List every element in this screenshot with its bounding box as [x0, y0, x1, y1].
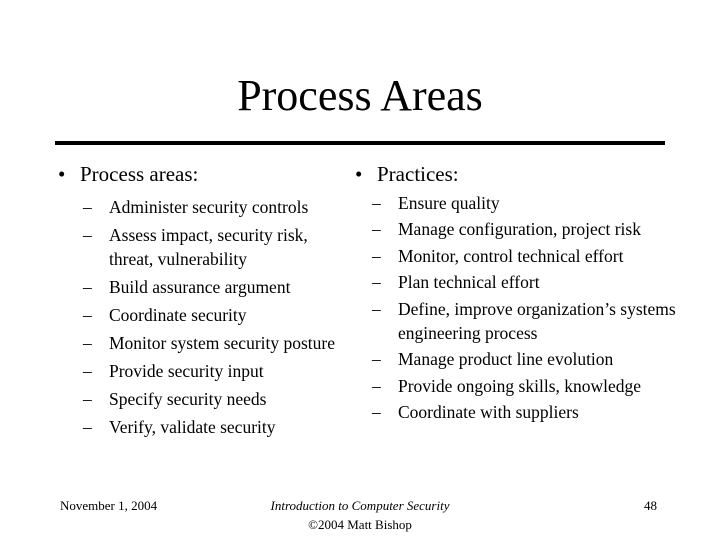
- practices-heading: • Practices:: [355, 160, 685, 188]
- list-item: – Plan technical effort: [372, 272, 540, 292]
- list-item: – Ensure quality: [372, 192, 500, 213]
- dash-icon: –: [372, 375, 381, 396]
- slide-title: Process Areas: [237, 71, 483, 120]
- list-item: – Assess impact, security risk, threat, v…: [83, 225, 308, 269]
- dash-icon: –: [83, 417, 92, 437]
- dash-icon: –: [372, 298, 381, 319]
- dash-icon: –: [83, 277, 92, 297]
- process-areas-list: – Administer security controls – Assess im…: [83, 195, 348, 439]
- list-item: – Coordinate security: [83, 305, 247, 325]
- heading-text: Practices:: [377, 162, 459, 186]
- footer-course-title: Introduction to Computer Security: [270, 498, 450, 513]
- dash-icon: –: [372, 272, 381, 292]
- list-item: – Monitor, control technical effort: [372, 245, 624, 266]
- process-areas-heading: • Process areas:: [58, 160, 348, 188]
- footer-course-info: Introduction to Computer Security ©2004 …: [200, 496, 520, 534]
- list-item: – Manage product line evolution: [372, 349, 614, 369]
- list-item: – Coordinate with suppliers: [372, 402, 579, 422]
- list-item: – Verify, validate security: [83, 417, 276, 437]
- dash-icon: –: [372, 192, 381, 213]
- dash-icon: –: [372, 402, 381, 422]
- practices-column: • Practices: – Ensure quality – Manage con…: [355, 160, 685, 424]
- process-areas-column: • Process areas: – Administer security co…: [58, 160, 348, 439]
- dash-icon: –: [83, 361, 92, 381]
- dash-icon: –: [372, 349, 381, 369]
- dash-icon: –: [372, 245, 381, 266]
- practices-list: – Ensure quality – Manage configuration, p…: [372, 191, 685, 425]
- footer-copyright: ©2004 Matt Bishop: [308, 517, 412, 532]
- dash-icon: –: [83, 389, 92, 409]
- dash-icon: –: [83, 225, 92, 245]
- list-item: – Provide security input: [83, 361, 264, 381]
- page-number: 48: [644, 498, 657, 513]
- list-item: – Monitor system security posture: [83, 333, 336, 353]
- list-item: – Build assurance argument: [83, 277, 291, 297]
- list-item: – Administer security controls: [83, 197, 309, 217]
- footer-date: November 1, 2004: [60, 498, 158, 513]
- list-item: – Provide ongoing skills, knowledge: [372, 375, 642, 396]
- heading-text: Process areas:: [80, 162, 199, 186]
- dash-icon: –: [83, 333, 92, 353]
- title-divider: [55, 141, 665, 145]
- list-item: – Specify security needs: [83, 389, 267, 409]
- list-item: – Manage configuration, project risk: [372, 219, 641, 239]
- bullet-icon: •: [355, 162, 363, 186]
- dash-icon: –: [83, 197, 92, 217]
- dash-icon: –: [372, 219, 381, 239]
- dash-icon: –: [83, 305, 92, 325]
- list-item: – Define, improve organization’s systems …: [372, 298, 676, 343]
- bullet-icon: •: [58, 162, 66, 186]
